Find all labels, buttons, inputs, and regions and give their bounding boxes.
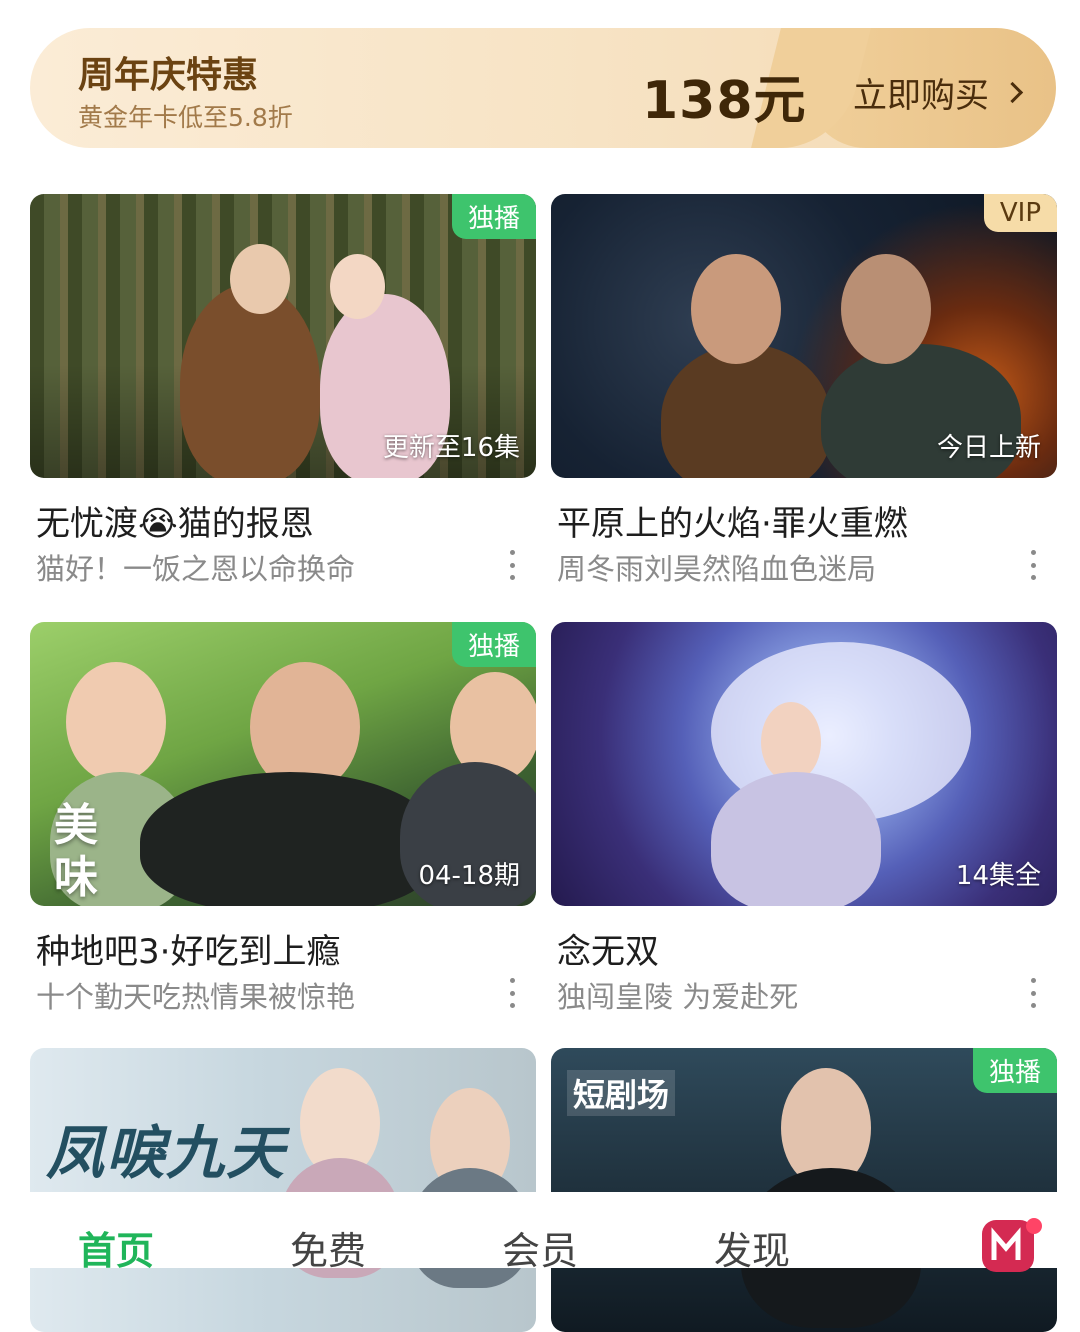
buy-now-button[interactable]: 立即购买 [853,68,1024,117]
figure-shape [661,344,831,478]
more-options-icon[interactable] [510,978,516,1008]
promo-banner[interactable]: 周年庆特惠 黄金年卡低至5.8折 138元 立即购买 [30,28,1056,148]
video-card[interactable]: 短剧场 独播 [551,1048,1057,1332]
video-title[interactable]: 念无双 [557,924,659,973]
bottom-nav: 首页 免费 会员 发现 [0,1210,1080,1273]
nav-free[interactable]: 免费 [290,1220,366,1275]
video-thumbnail[interactable]: 14集全 [551,622,1057,906]
video-subtitle: 猫好！一饭之恩以命换命 [36,552,356,586]
video-card[interactable]: 独播 更新至16集 无忧渡😭猫的报恩 猫好！一饭之恩以命换命 [30,194,536,586]
figure-shape [180,284,320,478]
more-options-icon[interactable] [510,550,516,580]
nav-home[interactable]: 首页 [78,1220,154,1275]
show-title-art: 凤唳九天 [46,1119,287,1187]
chevron-right-icon [1001,81,1024,104]
video-title[interactable]: 无忧渡😭猫的报恩 [36,496,314,545]
video-title[interactable]: 平原上的火焰·罪火重燃 [557,496,908,545]
vip-badge: VIP [983,194,1057,232]
video-thumbnail[interactable]: 美味 独播 04-18期 [30,622,536,906]
video-thumbnail[interactable]: 凤唳九天 [30,1048,536,1332]
video-card[interactable]: 美味 独播 04-18期 种地吧3·好吃到上瘾 十个勤天吃热情果被惊艳 [30,622,536,1014]
video-thumbnail[interactable]: VIP 今日上新 [551,194,1057,478]
face-shape [841,254,931,364]
face-shape [761,702,821,782]
more-options-icon[interactable] [1031,978,1037,1008]
video-thumbnail[interactable]: 独播 更新至16集 [30,194,536,478]
face-shape [691,254,781,364]
episode-status: 04-18期 [418,861,520,891]
profile-icon[interactable] [982,1216,1046,1272]
buy-now-label: 立即购买 [853,76,989,116]
face-shape [330,254,385,319]
promo-price: 138元 [642,71,807,131]
video-title[interactable]: 种地吧3·好吃到上瘾 [36,924,340,973]
video-subtitle: 独闯皇陵 为爱赴死 [557,980,799,1014]
video-subtitle: 周冬雨刘昊然陷血色迷局 [557,552,877,586]
episode-status: 14集全 [955,861,1041,891]
video-thumbnail[interactable]: 短剧场 独播 [551,1048,1057,1332]
more-options-icon[interactable] [1031,550,1037,580]
exclusive-badge: 独播 [451,194,536,239]
nav-member[interactable]: 会员 [502,1220,578,1275]
short-drama-logo: 短剧场 [567,1070,676,1116]
video-subtitle: 十个勤天吃热情果被惊艳 [36,980,356,1014]
video-card[interactable]: 14集全 念无双 独闯皇陵 为爱赴死 [551,622,1057,1014]
exclusive-badge: 独播 [451,622,536,667]
video-card[interactable]: VIP 今日上新 平原上的火焰·罪火重燃 周冬雨刘昊然陷血色迷局 [551,194,1057,586]
exclusive-badge: 独播 [972,1048,1057,1093]
episode-status: 今日上新 [936,433,1041,463]
episode-status: 更新至16集 [382,433,520,463]
figure-shape [140,772,440,906]
figure-shape [711,772,881,906]
video-card[interactable]: 凤唳九天 [30,1048,536,1332]
promo-subtitle: 黄金年卡低至5.8折 [78,103,293,132]
promo-title: 周年庆特惠 [78,55,259,96]
show-art-text: 美味 [54,800,98,903]
face-shape [66,662,166,782]
face-shape [230,244,290,314]
nav-discover[interactable]: 发现 [714,1220,790,1275]
